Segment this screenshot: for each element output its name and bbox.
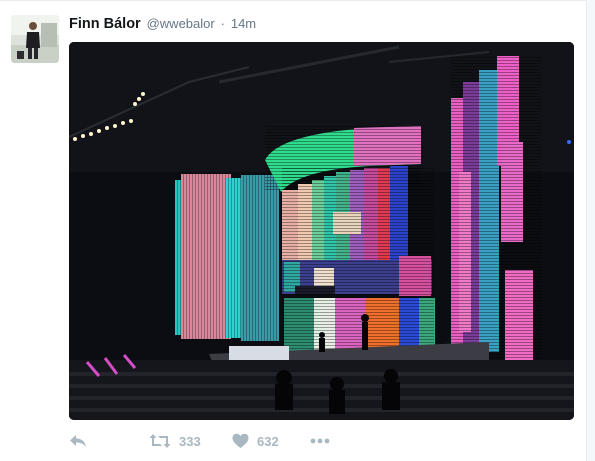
more-button[interactable]	[310, 428, 330, 454]
tweet-photo[interactable]	[69, 42, 574, 420]
timeline-edge	[586, 0, 595, 461]
more-icon	[310, 438, 330, 444]
retweet-icon	[149, 434, 171, 448]
like-count: 632	[257, 433, 279, 449]
reply-button[interactable]	[69, 428, 87, 454]
author-name[interactable]: Finn Bálor	[69, 16, 141, 32]
timeline-divider	[0, 0, 595, 1]
retweet-count: 333	[179, 433, 201, 449]
timestamp[interactable]: 14m	[231, 16, 256, 31]
arena-stage-photo	[69, 42, 574, 420]
heart-icon	[232, 433, 249, 448]
tweet-header: Finn Bálor @wwebalor · 14m	[69, 13, 256, 33]
retweet-button[interactable]: 333	[149, 428, 201, 454]
avatar[interactable]	[11, 15, 59, 63]
separator-dot: ·	[220, 16, 225, 31]
like-button[interactable]: 632	[232, 428, 279, 454]
avatar-image	[11, 15, 59, 63]
tweet-actions: 333 632	[69, 428, 369, 454]
author-handle[interactable]: @wwebalor	[147, 16, 215, 31]
reply-icon	[70, 435, 86, 447]
